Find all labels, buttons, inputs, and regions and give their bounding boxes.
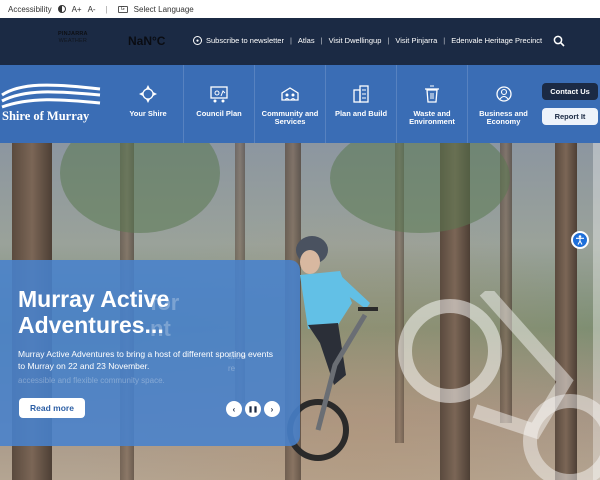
slide-description: Murray Active Adventures to bring a host… [18, 349, 273, 371]
nav-plan-build[interactable]: Plan and Build [326, 65, 397, 143]
previous-slide-ghost-text: accessible and flexible community space. [18, 376, 165, 385]
newsletter-bell-icon: ● [193, 36, 202, 45]
report-it-button[interactable]: Report It [542, 108, 598, 125]
font-increase-button[interactable]: A+ [72, 5, 82, 14]
primary-nav: Your Shire Council Plan Community and Se… [113, 65, 539, 143]
shire-logo[interactable]: Shire of Murray [0, 81, 104, 129]
hero-slider: for nt Murray Active Adventures... allow… [0, 143, 600, 480]
utility-bar: PINJARRA WEATHER NaN°C ● Subscribe to ne… [0, 18, 600, 65]
presentation-icon [210, 86, 228, 103]
nav-council-plan[interactable]: Council Plan [184, 65, 255, 143]
nav-waste-environment[interactable]: Waste and Environment [397, 65, 468, 143]
logo-text: Shire of Murray [2, 109, 90, 123]
main-navigation: Shire of Murray Your Shire Council Plan [0, 65, 600, 143]
bike-watermark-icon [398, 291, 600, 480]
pause-slider-button[interactable]: ❚❚ [245, 401, 261, 417]
accessibility-person-icon [576, 235, 584, 245]
nav-your-shire[interactable]: Your Shire [113, 65, 184, 143]
nav-label: Plan and Build [334, 109, 388, 118]
subscribe-newsletter-link[interactable]: Subscribe to newsletter [206, 36, 284, 45]
translate-icon[interactable]: G [117, 5, 128, 13]
foliage [330, 143, 510, 233]
nav-label: Community and Services [261, 109, 319, 126]
accessibility-label: Accessibility [8, 4, 52, 14]
building-icon [353, 85, 369, 103]
nav-label: Business and Economy [479, 109, 528, 126]
next-slide-button[interactable]: › [264, 401, 280, 417]
select-language-link[interactable]: Select Language [134, 5, 194, 14]
read-more-button[interactable]: Read more [19, 398, 85, 418]
visit-pinjarra-link[interactable]: Visit Pinjarra [395, 36, 437, 45]
edenvale-heritage-link[interactable]: Edenvale Heritage Precinct [451, 36, 542, 45]
temperature-readout: NaN°C [128, 34, 166, 48]
nav-business-economy[interactable]: Business and Economy [468, 65, 539, 143]
accessibility-bar: Accessibility A+ A- | G Select Language [0, 0, 600, 18]
weather-widget-logo[interactable]: PINJARRA WEATHER [58, 31, 88, 45]
page-scrollbar[interactable] [593, 143, 600, 480]
contrast-toggle-icon[interactable] [57, 5, 66, 13]
nav-community-services[interactable]: Community and Services [255, 65, 326, 143]
contact-us-button[interactable]: Contact Us [542, 83, 598, 100]
visit-dwellingup-link[interactable]: Visit Dwellingup [329, 36, 382, 45]
font-decrease-button[interactable]: A- [88, 5, 96, 14]
nav-label: Waste and Environment [409, 109, 455, 126]
slide-caption-card: for nt Murray Active Adventures... allow… [0, 260, 300, 446]
bin-icon [425, 85, 439, 103]
foliage [60, 143, 220, 233]
business-icon [495, 86, 512, 102]
previous-slide-button[interactable]: ‹ [226, 401, 242, 417]
accessibility-widget-button[interactable] [571, 231, 589, 249]
utility-links: ● Subscribe to newsletter | Atlas | Visi… [193, 36, 542, 45]
atlas-link[interactable]: Atlas [298, 36, 315, 45]
community-icon [281, 87, 299, 101]
search-icon[interactable] [553, 35, 565, 47]
slide-title: Murray Active Adventures... [18, 286, 170, 338]
nav-label: Council Plan [196, 109, 242, 118]
logo-waves-icon [1, 83, 101, 109]
nav-label: Your Shire [129, 109, 167, 118]
compass-icon [139, 85, 157, 103]
divider: | [105, 4, 108, 14]
